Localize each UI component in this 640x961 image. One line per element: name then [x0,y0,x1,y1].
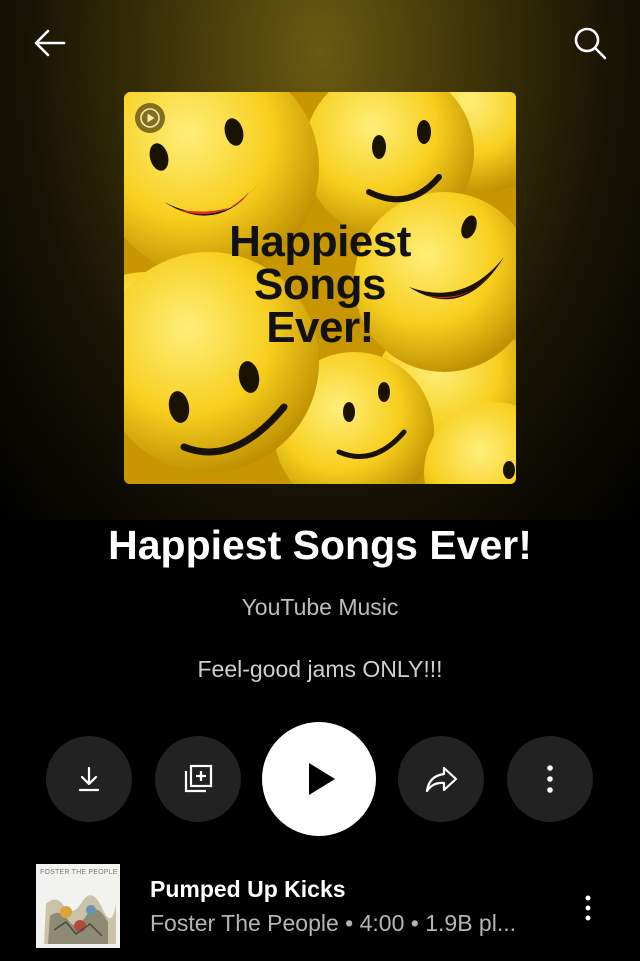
download-button[interactable] [46,736,132,822]
cover-title-line: Happiest [229,217,411,266]
playlist-title: Happiest Songs Ever! [108,522,532,568]
cover-title-line: Songs [254,260,386,309]
playlist-owner[interactable]: YouTube Music [0,594,640,621]
more-vert-icon [547,765,553,793]
album-art-text: FOSTER THE PEOPLE [40,869,118,876]
add-to-library-icon [184,764,213,793]
share-button[interactable] [398,736,484,822]
cover-title-line: Ever! [266,303,374,352]
top-app-bar [0,0,640,90]
play-button[interactable] [262,722,376,836]
back-button[interactable] [22,15,78,71]
search-icon [574,27,607,60]
more-options-button[interactable] [507,736,593,822]
play-icon [309,763,335,795]
add-to-library-button[interactable] [155,736,241,822]
cover-title-text: Happiest Songs Ever! [124,217,516,352]
track-title: Pumped Up Kicks [150,876,346,902]
download-icon [78,766,100,792]
track-row[interactable]: FOSTER THE PEOPLE Pumped Up Kicks Foster… [0,860,640,954]
track-more-button[interactable] [568,886,608,930]
playlist-description: Feel-good jams ONLY!!! [197,656,443,682]
play-badge-icon [135,103,165,133]
action-bar [0,720,640,836]
share-icon [425,766,458,793]
album-art-image [36,864,120,948]
track-thumbnail: FOSTER THE PEOPLE [36,864,120,948]
more-vert-icon [585,895,591,921]
playlist-cover-art: Happiest Songs Ever! [124,92,516,484]
arrow-left-icon [34,29,66,57]
track-meta: Foster The People • 4:00 • 1.9B pl... [150,910,517,936]
search-button[interactable] [562,15,618,71]
